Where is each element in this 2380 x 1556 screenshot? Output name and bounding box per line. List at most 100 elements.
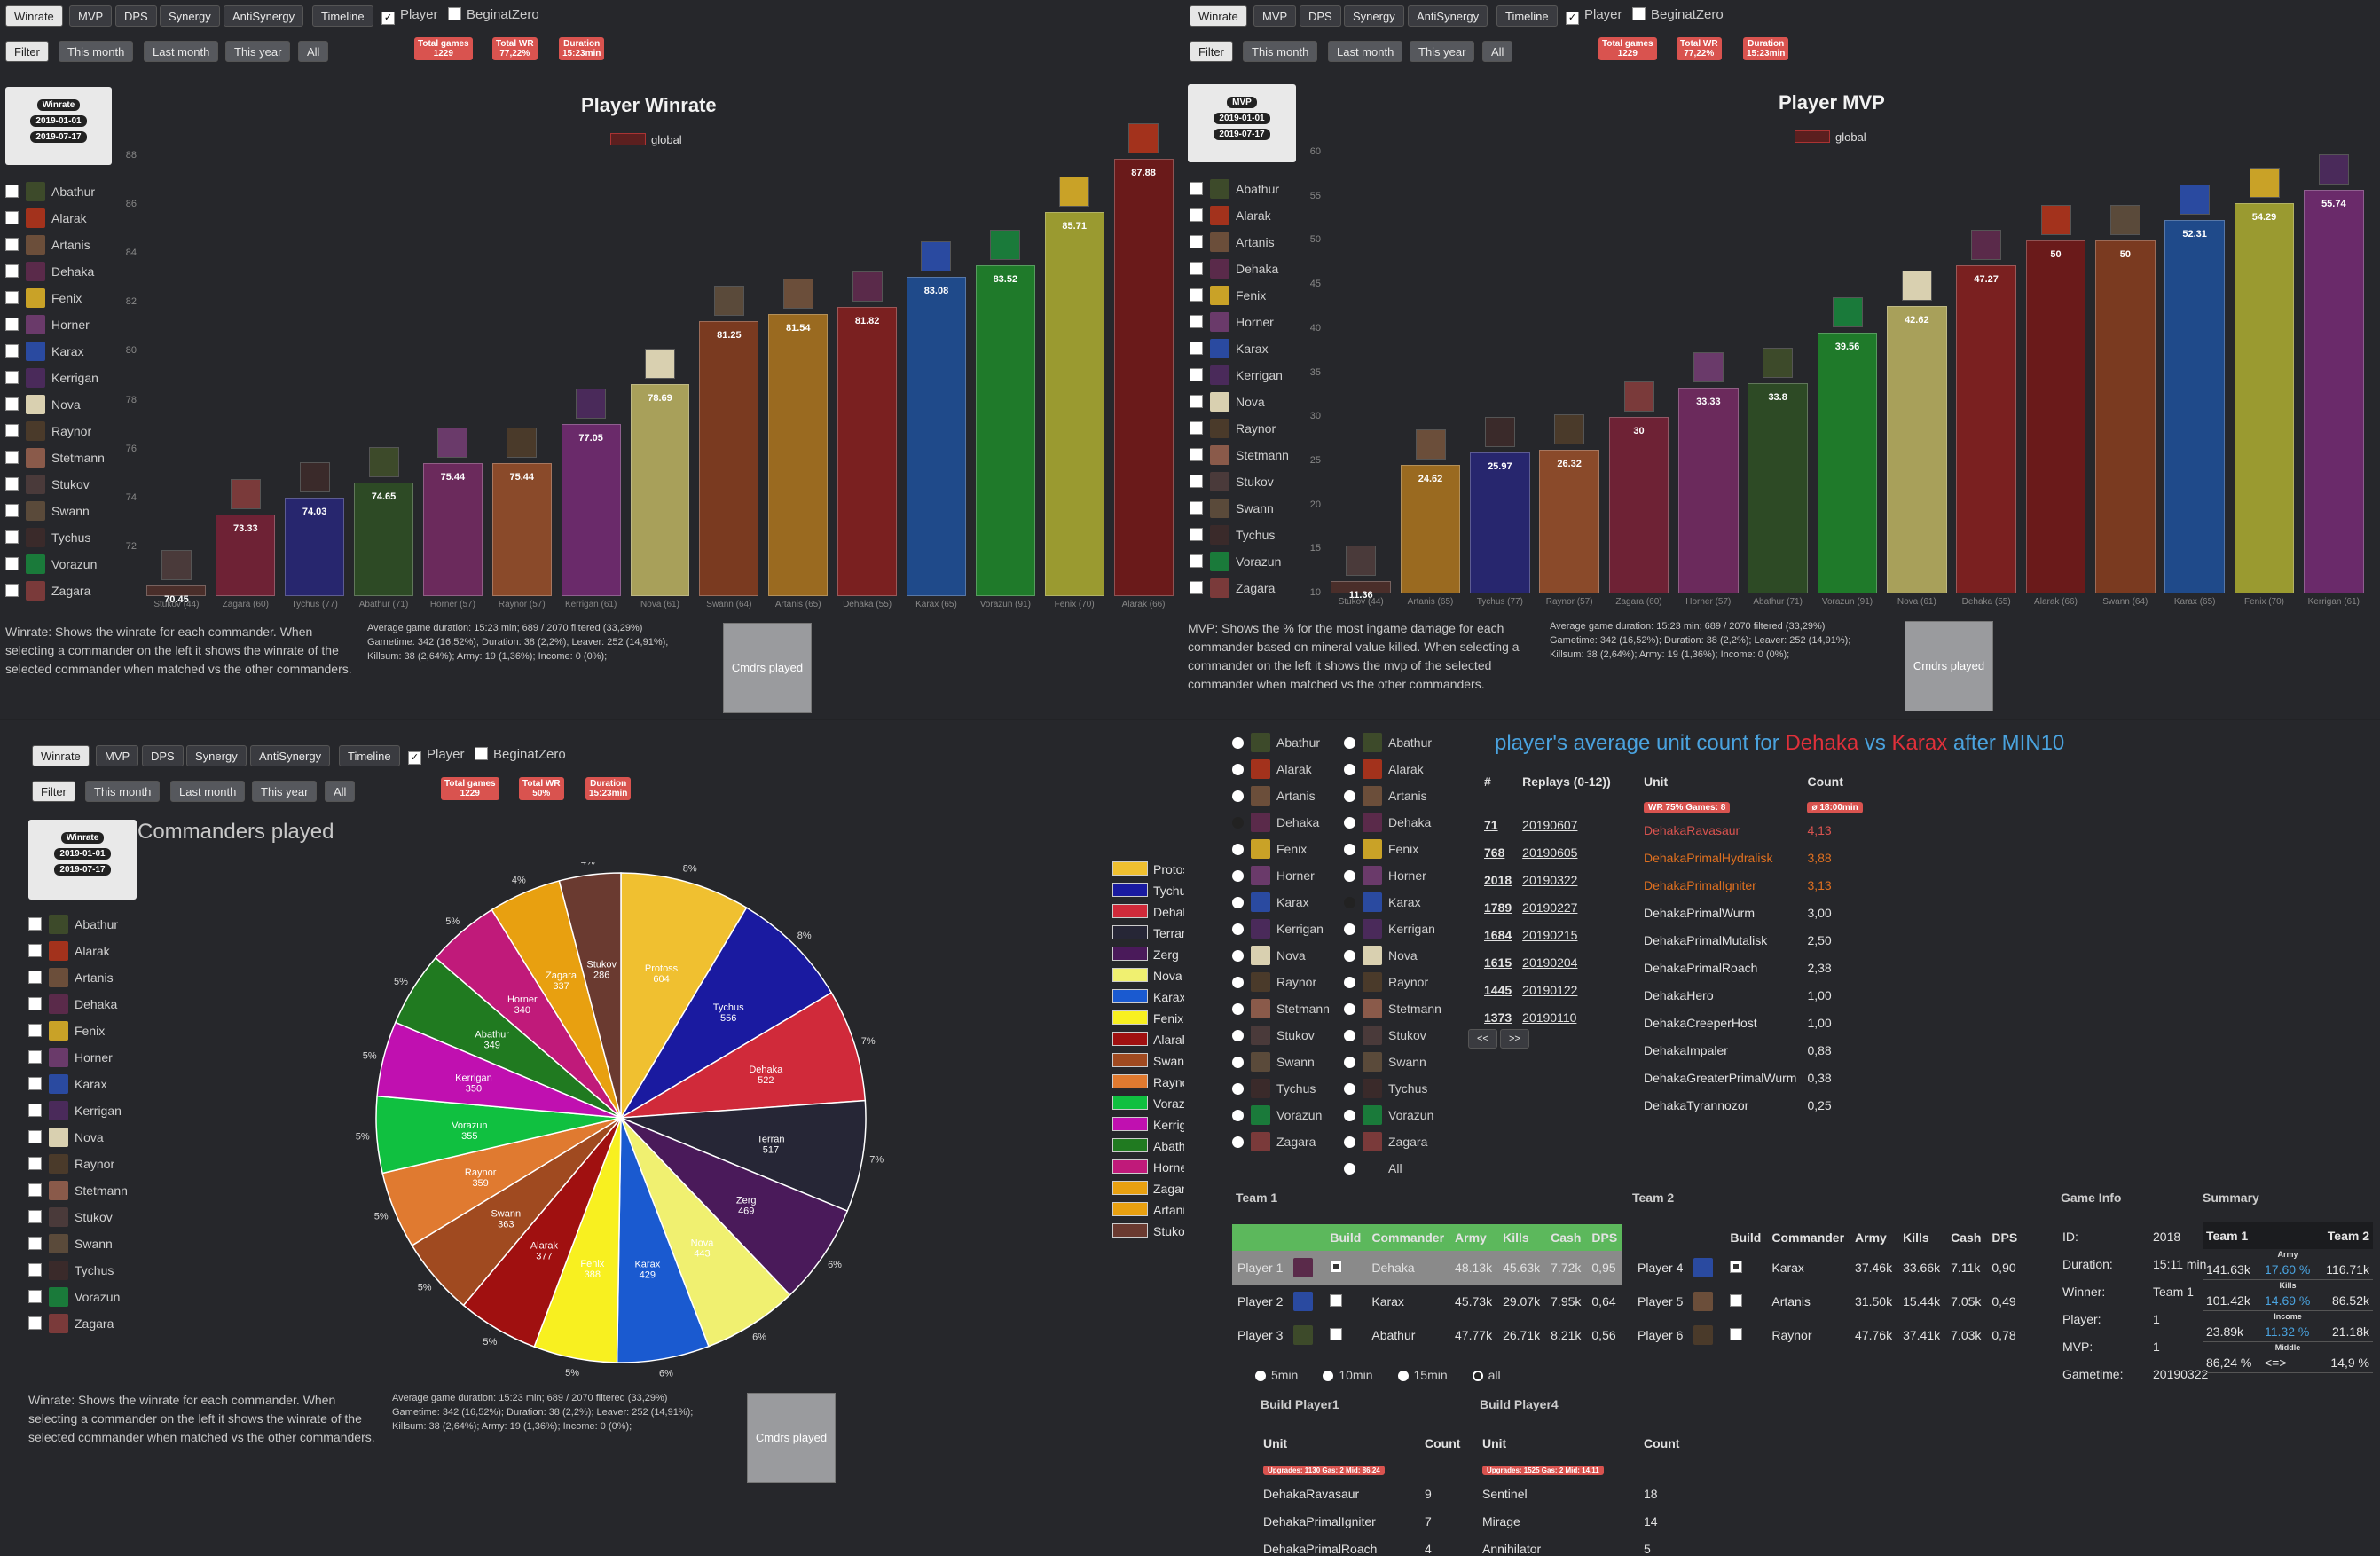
commander-radio[interactable]	[1232, 817, 1244, 829]
replay-id-link[interactable]: 1445	[1479, 976, 1517, 1003]
commander-item-nova[interactable]: Nova	[5, 391, 105, 418]
commander-checkbox[interactable]	[28, 1077, 42, 1090]
player-row[interactable]: Player 5 Artanis 31.50k 15.44k 7.05k 0,49	[1632, 1285, 2023, 1318]
tab-synergy[interactable]: Synergy	[1344, 5, 1404, 27]
commander-radio[interactable]	[1344, 1083, 1355, 1095]
replay-row[interactable]: 1615 20190204	[1479, 948, 1616, 976]
bar[interactable]	[1113, 159, 1174, 596]
commander-item-swann[interactable]: Swann	[5, 498, 105, 524]
commander-item-horner[interactable]: Horner	[28, 1044, 128, 1071]
commander-item-stetmann[interactable]: Stetmann	[5, 444, 105, 471]
commander-item-nova[interactable]: Nova	[28, 1124, 128, 1151]
commander-item-stetmann[interactable]: Stetmann	[1344, 995, 1441, 1022]
time-option-15min[interactable]: 15min	[1397, 1368, 1448, 1382]
commander-item-fenix[interactable]: Fenix	[1344, 836, 1441, 862]
commander-item-karax[interactable]: Karax	[28, 1071, 128, 1097]
commander-item-kerrigan[interactable]: Kerrigan	[28, 1097, 128, 1124]
commander-checkbox[interactable]	[1190, 395, 1203, 408]
bar[interactable]	[561, 423, 621, 596]
commander-item-karax[interactable]: Karax	[5, 338, 105, 365]
player-row[interactable]: Player 1 Dehaka 48.13k 45.63k 7.72k 0,95	[1232, 1251, 1623, 1285]
time-radio[interactable]	[1472, 1371, 1483, 1381]
tab-winrate[interactable]: Winrate	[1190, 5, 1247, 27]
commander-checkbox[interactable]	[5, 238, 19, 251]
tab-dps[interactable]: DPS	[142, 745, 184, 766]
commander-item-artanis[interactable]: Artanis	[1232, 782, 1330, 809]
commander-item-swann[interactable]: Swann	[28, 1230, 128, 1257]
filter-all[interactable]: All	[298, 41, 329, 62]
filter-this-year[interactable]: This year	[252, 781, 318, 802]
commander-checkbox[interactable]	[5, 291, 19, 304]
bar[interactable]	[1887, 305, 1947, 593]
commander-item-alarak[interactable]: Alarak	[28, 938, 128, 964]
pager-prev-button[interactable]: <<	[1468, 1029, 1497, 1049]
pie-legend-item-fenix[interactable]: Fenix	[1112, 1008, 1184, 1029]
filter-filter[interactable]: Filter	[5, 41, 49, 62]
commander-checkbox[interactable]	[28, 1316, 42, 1330]
commander-radio[interactable]	[1232, 1003, 1244, 1015]
tab-winrate[interactable]: Winrate	[5, 5, 63, 27]
commander-item-stukov[interactable]: Stukov	[1344, 1022, 1441, 1049]
commander-checkbox[interactable]	[1190, 235, 1203, 248]
commander-item-abathur[interactable]: Abathur	[1344, 729, 1441, 756]
commander-checkbox[interactable]	[5, 530, 19, 544]
commander-item-artanis[interactable]: Artanis	[1344, 782, 1441, 809]
build-checkbox[interactable]	[1330, 1293, 1343, 1307]
commander-item-nova[interactable]: Nova	[1232, 942, 1330, 969]
filter-this-month[interactable]: This month	[85, 781, 161, 802]
player-row[interactable]: Player 4 Karax 37.46k 33.66k 7.11k 0,90	[1632, 1251, 2023, 1285]
filter-filter[interactable]: Filter	[1190, 41, 1233, 62]
bar[interactable]	[1539, 449, 1599, 593]
commander-item-abathur[interactable]: Abathur	[5, 178, 105, 205]
commander-checkbox[interactable]	[28, 1210, 42, 1223]
bar[interactable]	[2095, 240, 2156, 593]
replay-row[interactable]: 71 20190607	[1479, 811, 1616, 838]
bar[interactable]	[2025, 240, 2086, 593]
commander-item-raynor[interactable]: Raynor	[1190, 415, 1289, 442]
replay-row[interactable]: 2018 20190322	[1479, 866, 1616, 893]
commander-item-horner[interactable]: Horner	[1190, 309, 1289, 335]
replay-row[interactable]: 1684 20190215	[1479, 921, 1616, 948]
replay-row[interactable]: 1445 20190122	[1479, 976, 1616, 1003]
commander-checkbox[interactable]	[5, 318, 19, 331]
checkbox-box[interactable]	[1632, 7, 1646, 20]
commander-checkbox[interactable]	[28, 971, 42, 984]
filter-this-year[interactable]: This year	[1410, 41, 1475, 62]
commander-item-fenix[interactable]: Fenix	[5, 285, 105, 311]
commander-item-fenix[interactable]: Fenix	[1190, 282, 1289, 309]
pie-legend-item-horner[interactable]: Horner	[1112, 1157, 1184, 1178]
replay-id-link[interactable]: 1684	[1479, 921, 1517, 948]
pie-legend-item-zerg[interactable]: Zerg	[1112, 944, 1184, 965]
replay-id-link[interactable]: 71	[1479, 811, 1517, 838]
commander-checkbox[interactable]	[1190, 528, 1203, 541]
commander-item-artanis[interactable]: Artanis	[5, 232, 105, 258]
commander-item-stukov[interactable]: Stukov	[1232, 1022, 1330, 1049]
commander-item-raynor[interactable]: Raynor	[28, 1151, 128, 1177]
tab-dps[interactable]: DPS	[1300, 5, 1341, 27]
bar[interactable]	[1956, 264, 2016, 593]
commander-radio[interactable]	[1232, 1110, 1244, 1121]
bar[interactable]	[1817, 333, 1878, 593]
commander-checkbox[interactable]	[1190, 475, 1203, 488]
pie-legend-item-tychus[interactable]: Tychus	[1112, 880, 1184, 901]
player-checkbox[interactable]: ✓ Player	[381, 7, 438, 25]
filter-filter[interactable]: Filter	[32, 781, 75, 802]
commander-radio[interactable]	[1232, 1057, 1244, 1068]
commander-item-alarak[interactable]: Alarak	[5, 205, 105, 232]
commander-checkbox[interactable]	[1190, 288, 1203, 302]
pie-legend-item-artanis[interactable]: Artanis	[1112, 1199, 1184, 1221]
commander-item-karax[interactable]: Karax	[1190, 335, 1289, 362]
commander-checkbox[interactable]	[28, 1050, 42, 1064]
commander-checkbox[interactable]	[5, 185, 19, 198]
time-option-10min[interactable]: 10min	[1323, 1368, 1373, 1382]
replay-id-link[interactable]: 1789	[1479, 893, 1517, 921]
replay-id-link[interactable]: 1373	[1479, 1003, 1517, 1031]
commander-item-vorazun[interactable]: Vorazun	[1344, 1102, 1441, 1128]
begin-at-zero-checkbox[interactable]: BeginatZero	[448, 7, 539, 22]
commander-checkbox[interactable]	[5, 477, 19, 491]
commander-item-swann[interactable]: Swann	[1232, 1049, 1330, 1075]
commander-item-alarak[interactable]: Alarak	[1232, 756, 1330, 782]
filter-last-month[interactable]: Last month	[1328, 41, 1403, 62]
replay-id-link[interactable]: 1615	[1479, 948, 1517, 976]
commander-item-horner[interactable]: Horner	[1232, 862, 1330, 889]
